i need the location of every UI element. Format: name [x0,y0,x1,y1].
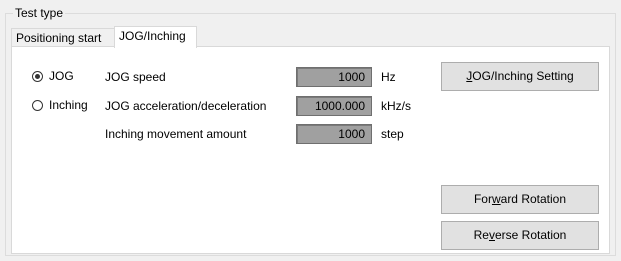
inching-radio[interactable]: Inching [32,98,88,112]
jog-accel-label: JOG acceleration/deceleration [105,99,267,113]
jog-inching-setting-button[interactable]: JOG/Inching Setting [441,62,599,91]
group-title: Test type [13,6,66,20]
inching-radio-label: Inching [49,98,88,112]
jog-accel-field[interactable]: 1000.000 [296,96,372,116]
jog-accel-unit: kHz/s [381,99,411,113]
jog-speed-unit: Hz [381,70,396,84]
forward-rotation-button[interactable]: Forward Rotation [441,185,599,214]
inching-amount-unit: step [381,127,404,141]
jog-radio-label: JOG [49,69,74,83]
radio-unchecked-icon [32,99,43,111]
jog-speed-field[interactable]: 1000 [296,67,372,87]
radio-checked-icon [32,70,43,82]
jog-radio[interactable]: JOG [32,69,74,83]
inching-amount-field[interactable]: 1000 [296,124,372,144]
tab-positioning-start[interactable]: Positioning start [11,28,115,47]
jog-speed-label: JOG speed [105,70,166,84]
reverse-rotation-button[interactable]: Reverse Rotation [441,221,599,250]
inching-amount-label: Inching movement amount [105,127,247,141]
tab-jog-inching[interactable]: JOG/Inching [114,26,197,48]
